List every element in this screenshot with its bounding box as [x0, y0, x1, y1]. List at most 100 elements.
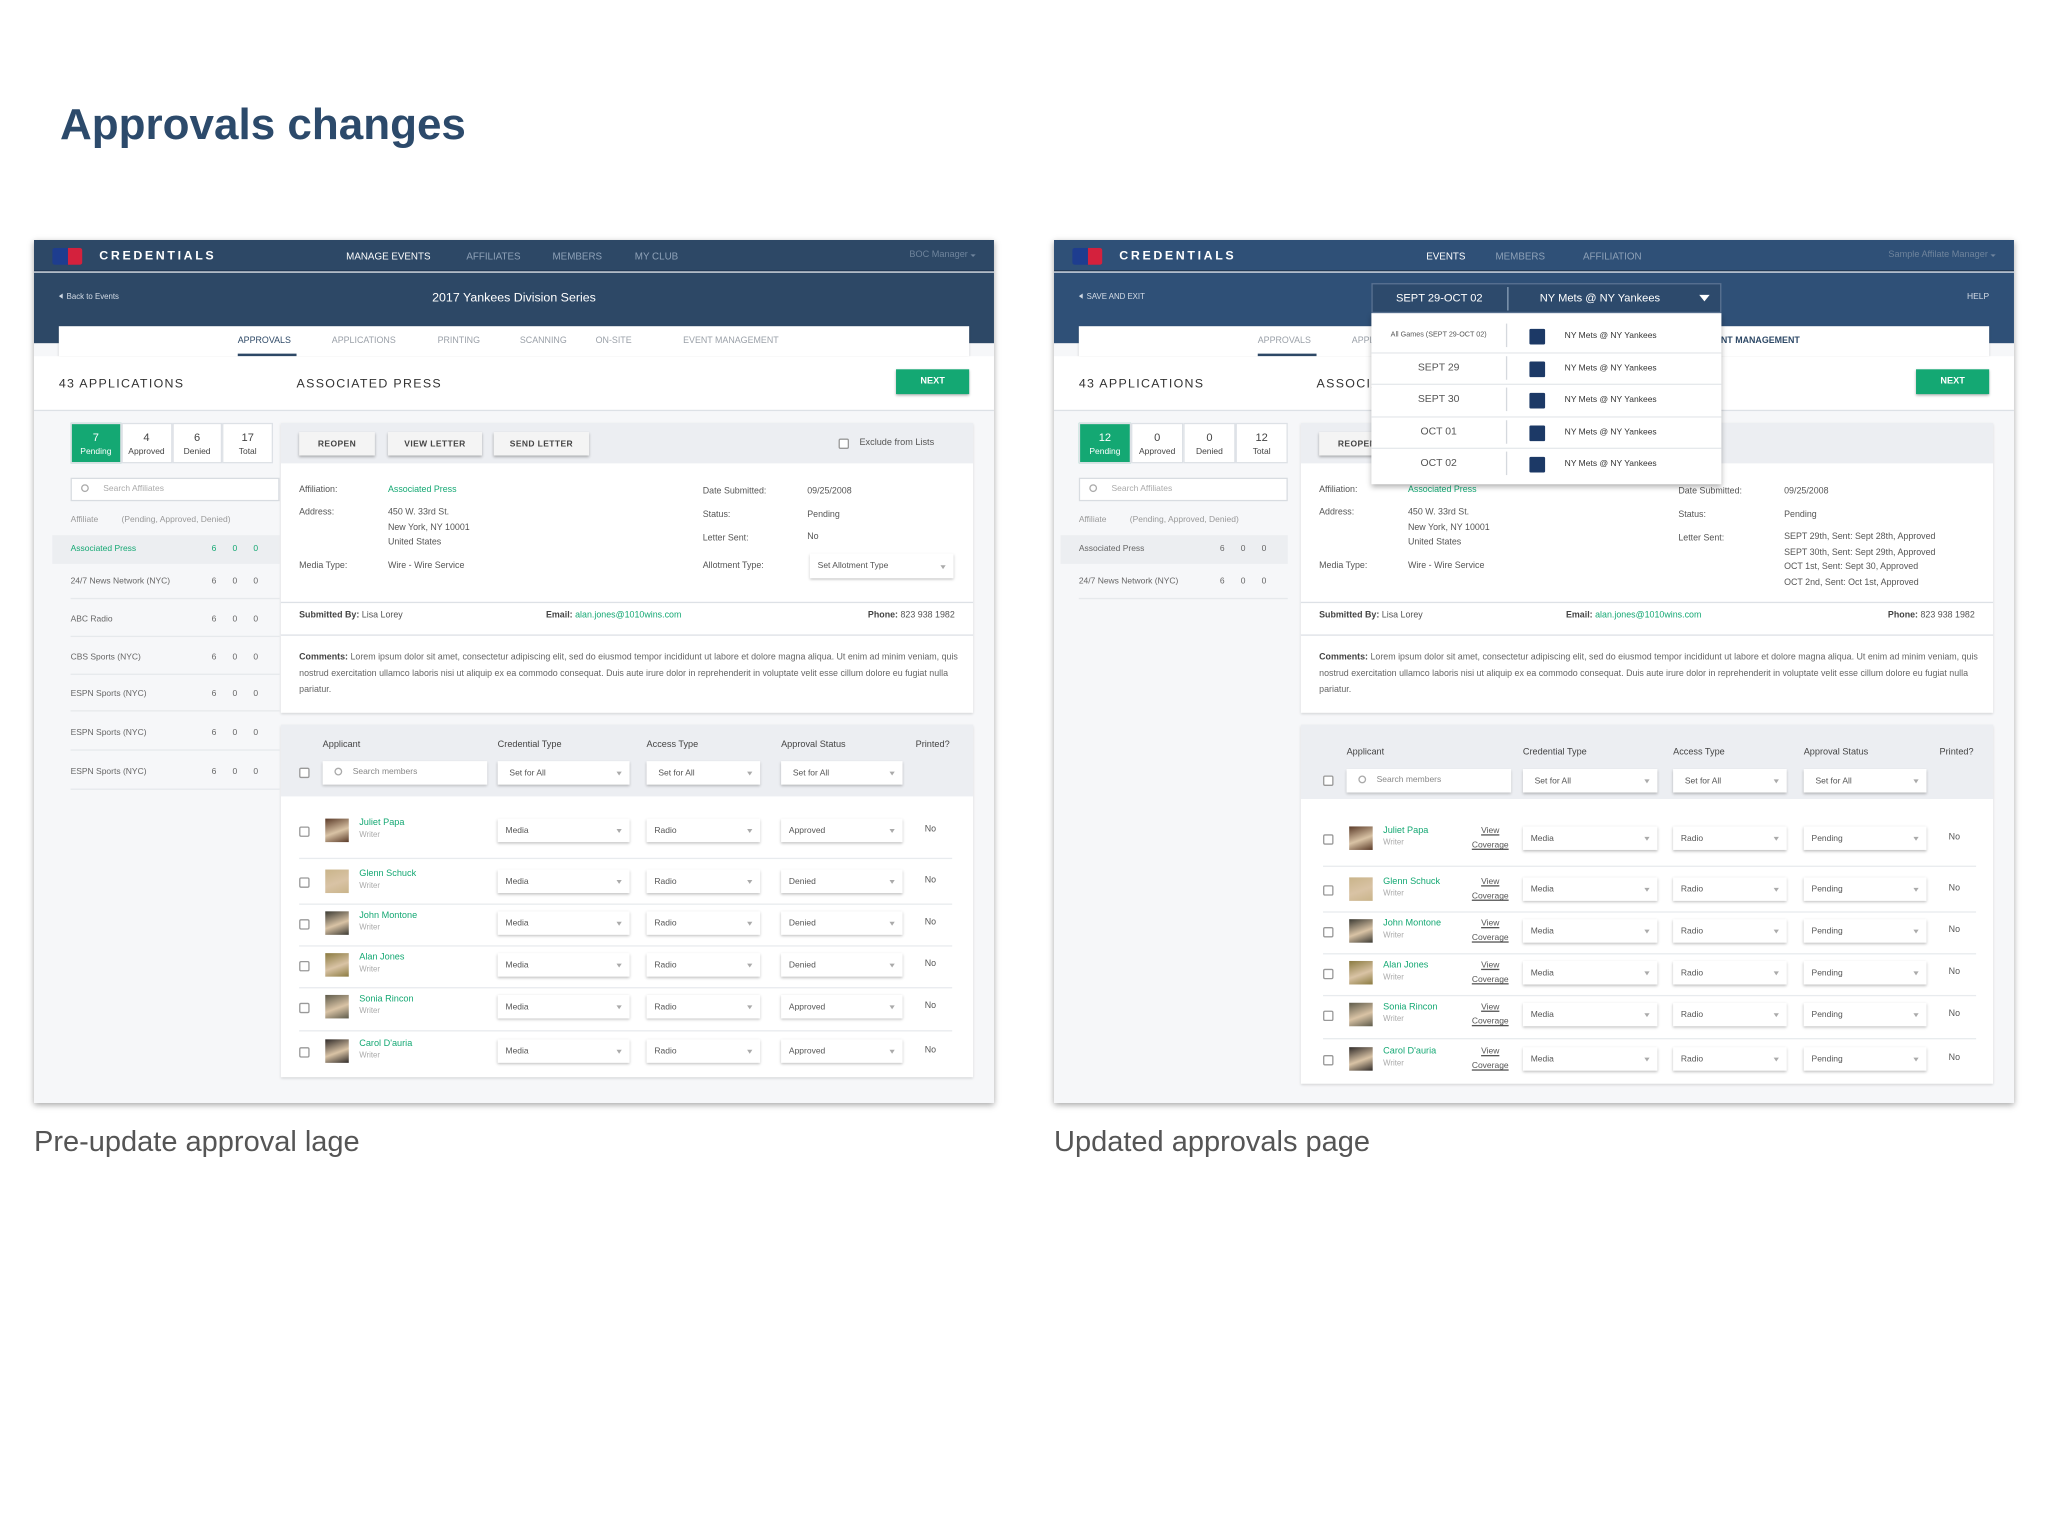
event-option[interactable]: SEPT 30 NY Mets @ NY Yankees [1371, 385, 1722, 417]
user-menu-chevron-icon[interactable] [1990, 254, 1996, 259]
approval-set-all-select[interactable]: Set for All [781, 761, 903, 785]
approval-status-select[interactable]: Pending [1803, 960, 1927, 985]
user-menu-chevron-icon[interactable] [970, 254, 976, 259]
row-checkbox[interactable] [299, 877, 310, 888]
event-option[interactable]: SEPT 29 NY Mets @ NY Yankees [1371, 353, 1722, 385]
caret-down-icon[interactable] [1699, 294, 1710, 307]
applicant-name-link[interactable]: Juliet Papa [359, 819, 404, 828]
send-letter-button[interactable]: SEND LETTER [493, 431, 590, 456]
search-members-input[interactable]: Search members [1346, 768, 1512, 793]
applicant-name-link[interactable]: Carol D'auria [1383, 1047, 1436, 1056]
applicant-name-link[interactable]: Glenn Schuck [359, 870, 416, 879]
affiliate-item[interactable]: Associated Press [1079, 544, 1145, 553]
row-checkbox[interactable] [1323, 927, 1334, 938]
nav-item-affiliation[interactable]: AFFILIATION [1583, 250, 1642, 262]
approval-status-select[interactable]: Pending [1803, 826, 1927, 850]
access-type-select[interactable]: Radio [1673, 960, 1787, 985]
access-type-select[interactable]: Radio [1673, 1002, 1787, 1027]
row-checkbox[interactable] [1323, 834, 1334, 845]
stat-pending[interactable]: 12 Pending [1078, 422, 1132, 464]
applicant-name-link[interactable]: Sonia Rincon [359, 995, 413, 1004]
help-link[interactable]: HELP [1967, 292, 1989, 301]
search-affiliates-input[interactable]: Search Affiliates [1078, 477, 1288, 502]
access-type-select[interactable]: Radio [646, 994, 761, 1019]
applicant-name-link[interactable]: John Montone [359, 911, 417, 920]
affiliate-item[interactable]: ESPN Sports (NYC) [71, 689, 147, 698]
credential-type-select[interactable]: Media [1522, 960, 1658, 985]
view-letter-button[interactable]: VIEW LETTER [387, 431, 482, 456]
tab-approvals[interactable]: APPROVALS [238, 337, 291, 346]
approval-status-select[interactable]: Approved [781, 1039, 903, 1063]
back-link[interactable]: SAVE AND EXIT [1087, 294, 1145, 302]
view-coverage-link[interactable]: View Coverage [1468, 1000, 1512, 1029]
email-link[interactable]: alan.jones@1010wins.com [1595, 611, 1701, 620]
row-checkbox[interactable] [299, 1002, 310, 1014]
stat-total[interactable]: 17 Total [222, 422, 274, 464]
access-type-select[interactable]: Radio [646, 1039, 761, 1063]
allotment-type-select[interactable]: Set Allotment Type [809, 553, 954, 579]
event-option[interactable]: OCT 02 NY Mets @ NY Yankees [1371, 449, 1721, 481]
approval-status-select[interactable]: Pending [1803, 877, 1927, 901]
event-option[interactable]: All Games (SEPT 29-OCT 02) NY Mets @ NY Y… [1371, 321, 1722, 353]
event-option[interactable]: OCT 01 NY Mets @ NY Yankees [1371, 417, 1722, 449]
stat-approved[interactable]: 0 Approved [1131, 422, 1184, 464]
row-checkbox[interactable] [1323, 1055, 1334, 1066]
row-checkbox[interactable] [299, 919, 310, 930]
credential-type-select[interactable]: Media [497, 911, 630, 935]
credential-type-select[interactable]: Media [1522, 919, 1658, 943]
email-link[interactable]: alan.jones@1010wins.com [575, 611, 681, 620]
stat-denied[interactable]: 6 Denied [171, 422, 223, 464]
row-checkbox[interactable] [1323, 885, 1334, 896]
credential-set-all-select[interactable]: Set for All [497, 761, 630, 785]
access-type-select[interactable]: Radio [1673, 877, 1787, 901]
nav-item-events[interactable]: EVENTS [1426, 250, 1465, 262]
access-type-select[interactable]: Radio [646, 869, 761, 894]
mlb-logo[interactable] [52, 247, 83, 265]
stat-approved[interactable]: 4 Approved [121, 422, 172, 464]
access-type-select[interactable]: Radio [1673, 919, 1787, 943]
select-all-checkbox[interactable] [299, 767, 310, 779]
stat-total[interactable]: 12 Total [1235, 422, 1288, 464]
mlb-logo[interactable] [1072, 247, 1103, 265]
access-type-select[interactable]: Radio [646, 818, 761, 843]
affiliate-item[interactable]: 24/7 News Network (NYC) [71, 577, 171, 586]
affiliate-item[interactable]: ESPN Sports (NYC) [71, 728, 147, 737]
nav-item-manage-events[interactable]: MANAGE EVENTS [346, 250, 430, 262]
applicant-name-link[interactable]: John Montone [1383, 919, 1441, 928]
stat-pending[interactable]: 7 Pending [70, 422, 122, 464]
view-coverage-link[interactable]: View Coverage [1468, 824, 1512, 853]
tab-on-site[interactable]: ON-SITE [596, 337, 632, 346]
user-menu[interactable]: BOC Manager [909, 250, 967, 259]
row-checkbox[interactable] [299, 1047, 310, 1058]
tab-approvals[interactable]: APPROVALS [1258, 337, 1311, 346]
row-checkbox[interactable] [1323, 968, 1334, 980]
applicant-name-link[interactable]: Carol D'auria [359, 1039, 412, 1048]
affiliation-link[interactable]: Associated Press [388, 486, 457, 495]
approval-status-select[interactable]: Pending [1803, 1002, 1927, 1027]
credential-type-select[interactable]: Media [497, 1039, 630, 1063]
tab-event-management[interactable]: EVENT MANAGEMENT [683, 337, 779, 346]
credential-type-select[interactable]: Media [497, 994, 630, 1019]
affiliate-item[interactable]: ABC Radio [71, 615, 113, 624]
row-checkbox[interactable] [1323, 1010, 1334, 1022]
credential-type-select[interactable]: Media [497, 818, 630, 843]
nav-item-members[interactable]: MEMBERS [553, 250, 603, 262]
credential-type-select[interactable]: Media [1522, 826, 1658, 850]
view-coverage-link[interactable]: View Coverage [1468, 1045, 1512, 1074]
approval-status-select[interactable]: Approved [781, 818, 903, 843]
approval-status-select[interactable]: Denied [781, 953, 903, 977]
credential-set-all-select[interactable]: Set for All [1522, 768, 1658, 793]
view-coverage-link[interactable]: View Coverage [1468, 958, 1512, 987]
affiliate-item[interactable]: ESPN Sports (NYC) [71, 768, 147, 777]
credential-type-select[interactable]: Media [1522, 1002, 1658, 1027]
access-type-select[interactable]: Radio [646, 953, 761, 977]
credential-type-select[interactable]: Media [1522, 1047, 1658, 1071]
approval-status-select[interactable]: Denied [781, 911, 903, 935]
view-coverage-link[interactable]: View Coverage [1468, 917, 1512, 946]
reopen-button[interactable]: REOPEN [299, 431, 375, 456]
row-checkbox[interactable] [299, 960, 310, 972]
nav-item-my-club[interactable]: MY CLUB [635, 250, 678, 262]
access-type-select[interactable]: Radio [1673, 826, 1787, 850]
approval-status-select[interactable]: Pending [1803, 1047, 1927, 1071]
applicant-name-link[interactable]: Sonia Rincon [1383, 1003, 1437, 1012]
